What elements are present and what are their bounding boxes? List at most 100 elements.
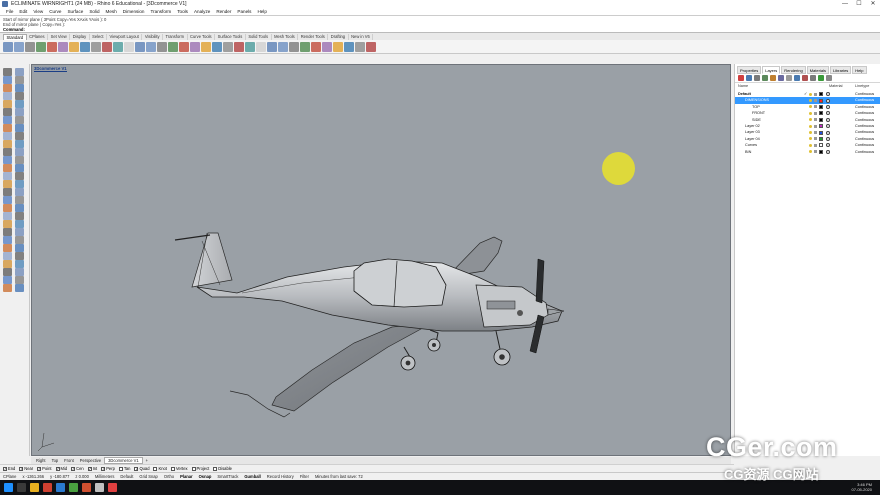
left-tool-icon[interactable] [3, 116, 12, 124]
layer-row[interactable]: BIN Continuous [735, 149, 880, 155]
toolbar-tool-icon[interactable] [3, 42, 13, 52]
lock-icon[interactable] [814, 143, 817, 147]
left-tool-icon[interactable] [3, 284, 12, 292]
left-tool-icon[interactable] [3, 268, 12, 276]
left-tool-icon[interactable] [3, 148, 12, 156]
menu-edit[interactable]: Edit [16, 9, 30, 14]
toolbar-tool-icon[interactable] [223, 42, 233, 52]
toggle-planar[interactable]: Planar [180, 474, 193, 479]
lock-icon[interactable] [814, 105, 817, 109]
left-tool-icon[interactable] [15, 116, 24, 124]
windows-start-icon[interactable] [4, 483, 13, 492]
toolbar-tool-icon[interactable] [179, 42, 189, 52]
left-tool-icon[interactable] [3, 164, 12, 172]
left-tool-icon[interactable] [15, 212, 24, 220]
visibility-bulb-icon[interactable] [809, 111, 812, 115]
menu-curve[interactable]: Curve [46, 9, 64, 14]
lock-icon[interactable] [814, 124, 817, 128]
toolbar-tool-icon[interactable] [14, 42, 24, 52]
toolbar-tool-icon[interactable] [311, 42, 321, 52]
units-label[interactable]: Millimeters [95, 474, 115, 479]
toolbar-tool-icon[interactable] [168, 42, 178, 52]
visibility-bulb-icon[interactable] [809, 98, 812, 102]
panel-tab-layers[interactable]: Layers [762, 66, 781, 74]
panel-tab-properties[interactable]: Properties [737, 66, 762, 74]
osnap-checkbox[interactable]: ✓ [37, 466, 42, 471]
left-tool-icon[interactable] [15, 76, 24, 84]
left-tool-icon[interactable] [15, 180, 24, 188]
left-tool-icon[interactable] [15, 92, 24, 100]
left-tool-icon[interactable] [3, 76, 12, 84]
left-tool-icon[interactable] [15, 124, 24, 132]
taskbar-app-icon[interactable] [108, 483, 117, 492]
menu-mesh[interactable]: Mesh [103, 9, 120, 14]
minimize-button[interactable]: — [838, 0, 852, 8]
left-tool-icon[interactable] [15, 188, 24, 196]
layer-color-swatch[interactable] [819, 136, 823, 141]
airplane-model[interactable] [32, 65, 731, 456]
osnap-quad[interactable]: ✓ Quad [134, 466, 149, 471]
cplane-label[interactable]: CPlane [3, 474, 16, 479]
toolbar-tool-icon[interactable] [300, 42, 310, 52]
menu-transform[interactable]: Transform [147, 9, 174, 14]
toolbar-tool-icon[interactable] [201, 42, 211, 52]
left-tool-icon[interactable] [3, 212, 12, 220]
osnap-disable[interactable]: Disable [213, 466, 232, 471]
material-icon[interactable] [826, 136, 830, 141]
toggle-grid-snap[interactable]: Grid Snap [139, 474, 157, 479]
layer-name[interactable]: BIN [745, 149, 751, 155]
left-tool-icon[interactable] [3, 140, 12, 148]
osnap-mid[interactable]: ✓ Mid [55, 466, 67, 471]
left-tool-icon[interactable] [15, 220, 24, 228]
layer-tool-icon[interactable] [762, 75, 768, 81]
material-icon[interactable] [826, 124, 830, 129]
toolbar-tool-icon[interactable] [355, 42, 365, 52]
left-tool-icon[interactable] [15, 140, 24, 148]
layer-color-swatch[interactable] [819, 130, 823, 135]
menu-panels[interactable]: Panels [234, 9, 254, 14]
left-tool-icon[interactable] [3, 188, 12, 196]
lock-icon[interactable] [814, 111, 817, 115]
lock-icon[interactable] [814, 130, 817, 134]
close-button[interactable]: ✕ [866, 0, 880, 8]
osnap-checkbox[interactable] [118, 466, 123, 471]
viewport-tab-3dcommerce-v1[interactable]: 3Dcommerce V1 [104, 457, 143, 464]
taskbar-app-icon[interactable] [69, 483, 78, 492]
toolbar-tool-icon[interactable] [256, 42, 266, 52]
layer-color-swatch[interactable] [819, 92, 823, 97]
left-tool-icon[interactable] [15, 100, 24, 108]
left-tool-icon[interactable] [3, 84, 12, 92]
toolbar-tool-icon[interactable] [234, 42, 244, 52]
viewport-tab-add[interactable]: + [143, 458, 151, 463]
layer-color-swatch[interactable] [819, 104, 823, 109]
left-tool-icon[interactable] [15, 132, 24, 140]
toggle-smarttrack[interactable]: SmartTrack [217, 474, 238, 479]
toolbar-tool-icon[interactable] [58, 42, 68, 52]
visibility-bulb-icon[interactable] [809, 137, 812, 141]
toolbar-tool-icon[interactable] [146, 42, 156, 52]
left-tool-icon[interactable] [3, 260, 12, 268]
menu-surface[interactable]: Surface [64, 9, 86, 14]
layer-color-swatch[interactable] [819, 111, 823, 116]
visibility-bulb-icon[interactable] [809, 118, 812, 122]
left-tool-icon[interactable] [3, 132, 12, 140]
left-tool-icon[interactable] [15, 156, 24, 164]
left-tool-icon[interactable] [15, 148, 24, 156]
toolbar-tool-icon[interactable] [212, 42, 222, 52]
left-tool-icon[interactable] [3, 92, 12, 100]
osnap-cen[interactable]: ✓ Cen [71, 466, 84, 471]
left-tool-icon[interactable] [3, 196, 12, 204]
left-tool-icon[interactable] [3, 228, 12, 236]
osnap-tan[interactable]: Tan [118, 466, 130, 471]
left-tool-icon[interactable] [15, 244, 24, 252]
viewport-tab-front[interactable]: Front [61, 458, 77, 463]
osnap-checkbox[interactable]: ✓ [87, 466, 92, 471]
menu-help[interactable]: Help [254, 9, 269, 14]
osnap-checkbox[interactable] [170, 466, 175, 471]
taskbar-app-icon[interactable] [95, 483, 104, 492]
osnap-near[interactable]: ✓ Near [19, 466, 33, 471]
material-icon[interactable] [826, 104, 830, 109]
lock-icon[interactable] [814, 150, 817, 154]
osnap-checkbox[interactable]: ✓ [71, 466, 76, 471]
lock-icon[interactable] [814, 98, 817, 102]
